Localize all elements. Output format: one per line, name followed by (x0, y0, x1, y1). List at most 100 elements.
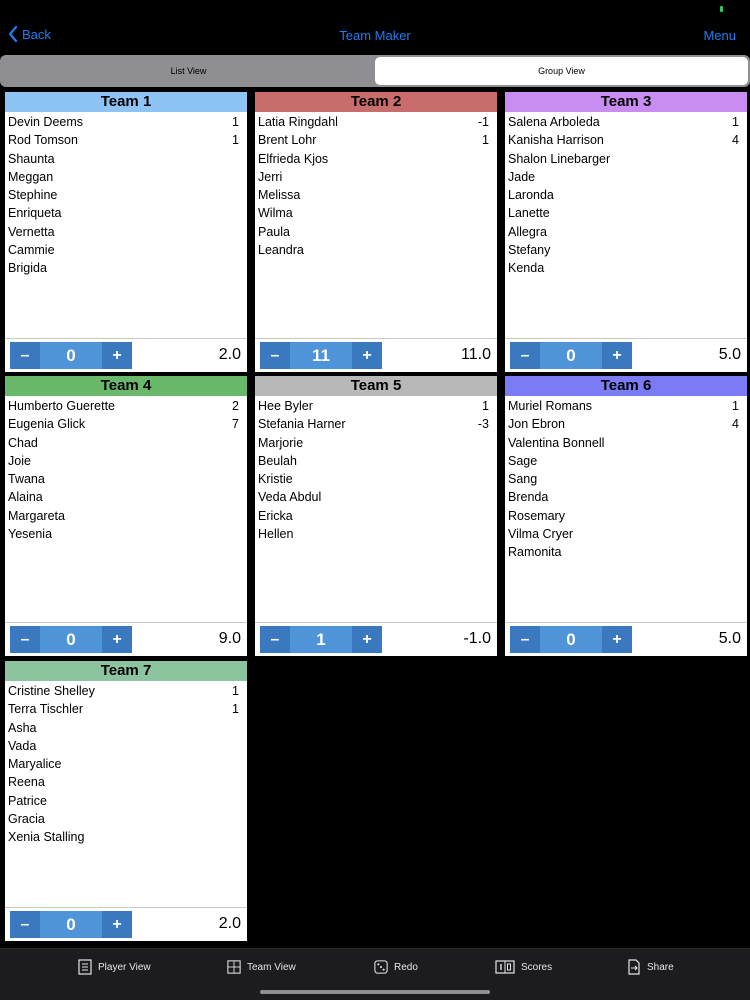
team-footer: –0 +2.0 (5, 907, 247, 941)
increment-button[interactable]: + (602, 342, 632, 369)
tab-team-view[interactable]: Team View (227, 959, 296, 975)
player-row[interactable]: Chad (5, 434, 247, 452)
player-row[interactable]: Hellen (255, 525, 497, 543)
increment-button[interactable]: + (352, 342, 382, 369)
player-row[interactable]: Hee Byler 1 (255, 397, 497, 415)
player-row[interactable]: Paula (255, 223, 497, 241)
player-row[interactable]: Marjorie (255, 434, 497, 452)
player-row[interactable]: Margareta (5, 507, 247, 525)
player-row[interactable]: Brent Lohr 1 (255, 131, 497, 149)
player-name: Meggan (8, 169, 54, 184)
player-row[interactable]: Ericka (255, 507, 497, 525)
player-row[interactable]: Cristine Shelley 1 (5, 682, 247, 700)
team-footer: –0 +5.0 (505, 622, 747, 656)
decrement-button[interactable]: – (510, 626, 540, 653)
player-row[interactable]: Melissa (255, 186, 497, 204)
counter-stepper: –11 + (260, 342, 382, 369)
player-row[interactable]: Rod Tomson 1 (5, 131, 247, 149)
player-row[interactable]: Vilma Cryer (505, 525, 747, 543)
menu-button[interactable]: Menu (703, 28, 736, 43)
team-header[interactable]: Team 3 (505, 92, 747, 112)
team-header[interactable]: Team 5 (255, 376, 497, 396)
player-row[interactable]: Humberto Guerette 2 (5, 397, 247, 415)
player-row[interactable]: Brigida (5, 259, 247, 277)
player-row[interactable]: Beulah (255, 452, 497, 470)
decrement-button[interactable]: – (10, 342, 40, 369)
segment-group-view[interactable]: Group View (375, 57, 748, 85)
player-row[interactable]: Devin Deems 1 (5, 113, 247, 131)
increment-button[interactable]: + (102, 911, 132, 938)
increment-button[interactable]: + (102, 626, 132, 653)
player-name: Elfrieda Kjos (258, 151, 329, 166)
player-row[interactable]: Reena (5, 773, 247, 791)
team-header[interactable]: Team 6 (505, 376, 747, 396)
player-row[interactable]: Vada (5, 737, 247, 755)
decrement-button[interactable]: – (510, 342, 540, 369)
player-row[interactable]: Enriqueta (5, 204, 247, 222)
player-row[interactable]: Leandra (255, 241, 497, 259)
player-row[interactable]: Terra Tischler 1 (5, 700, 247, 718)
segment-list-view[interactable]: List View (2, 57, 375, 85)
team-header[interactable]: Team 1 (5, 92, 247, 112)
player-row[interactable]: Cammie (5, 241, 247, 259)
player-row[interactable]: Kenda (505, 259, 747, 277)
decrement-button[interactable]: – (10, 626, 40, 653)
player-row[interactable]: Elfrieda Kjos (255, 150, 497, 168)
player-row[interactable]: Allegra (505, 223, 747, 241)
player-row[interactable]: Jade (505, 168, 747, 186)
player-row[interactable]: Lanette (505, 204, 747, 222)
player-row[interactable]: Rosemary (505, 507, 747, 525)
player-row[interactable]: Patrice (5, 792, 247, 810)
player-row[interactable]: Shalon Linebarger (505, 150, 747, 168)
player-row[interactable]: Brenda (505, 488, 747, 506)
player-row[interactable]: Kristie (255, 470, 497, 488)
player-row[interactable]: Alaina (5, 488, 247, 506)
decrement-button[interactable]: – (10, 911, 40, 938)
player-row[interactable]: Kanisha Harrison 4 (505, 131, 747, 149)
decrement-button[interactable]: – (260, 626, 290, 653)
player-row[interactable]: Yesenia (5, 525, 247, 543)
player-row[interactable]: Muriel Romans 1 (505, 397, 747, 415)
player-row[interactable]: Maryalice (5, 755, 247, 773)
player-name: Terra Tischler (8, 702, 84, 717)
player-row[interactable]: Laronda (505, 186, 747, 204)
player-row[interactable]: Stephine (5, 186, 247, 204)
player-row[interactable]: Xenia Stalling (5, 828, 247, 846)
player-row[interactable]: Latia Ringdahl -1 (255, 113, 497, 131)
player-row[interactable]: Eugenia Glick 7 (5, 415, 247, 433)
player-row[interactable]: Veda Abdul (255, 488, 497, 506)
player-row[interactable]: Vernetta (5, 223, 247, 241)
player-row[interactable]: Meggan (5, 168, 247, 186)
player-row[interactable]: Valentina Bonnell (505, 434, 747, 452)
player-row[interactable]: Shaunta (5, 150, 247, 168)
player-row[interactable]: Gracia (5, 810, 247, 828)
counter-stepper: –1 + (260, 626, 382, 653)
player-row[interactable]: Sang (505, 470, 747, 488)
decrement-button[interactable]: – (260, 342, 290, 369)
player-row[interactable]: Sage (505, 452, 747, 470)
increment-button[interactable]: + (102, 342, 132, 369)
player-row[interactable]: Stefania Harner -3 (255, 415, 497, 433)
team-header[interactable]: Team 2 (255, 92, 497, 112)
player-row[interactable]: Joie (5, 452, 247, 470)
player-row[interactable]: Salena Arboleda 1 (505, 113, 747, 131)
player-name: Jade (508, 169, 536, 184)
player-row[interactable]: Wilma (255, 204, 497, 222)
player-row[interactable]: Ramonita (505, 543, 747, 561)
player-row[interactable]: Asha (5, 719, 247, 737)
increment-button[interactable]: + (352, 626, 382, 653)
team-header[interactable]: Team 4 (5, 376, 247, 396)
increment-button[interactable]: + (602, 626, 632, 653)
tab-share[interactable]: Share (627, 959, 674, 975)
tab-scores[interactable]: Scores (495, 959, 552, 975)
tab-redo[interactable]: Redo (374, 959, 418, 975)
player-row[interactable]: Stefany (505, 241, 747, 259)
tab-player-view[interactable]: Player View (78, 959, 151, 975)
team-header[interactable]: Team 7 (5, 661, 247, 681)
player-row[interactable]: Twana (5, 470, 247, 488)
team-footer: –0 +5.0 (505, 338, 747, 372)
player-row[interactable]: Jon Ebron 4 (505, 415, 747, 433)
player-name: Veda Abdul (258, 490, 322, 505)
counter-stepper: –0 + (510, 626, 632, 653)
player-row[interactable]: Jerri (255, 168, 497, 186)
